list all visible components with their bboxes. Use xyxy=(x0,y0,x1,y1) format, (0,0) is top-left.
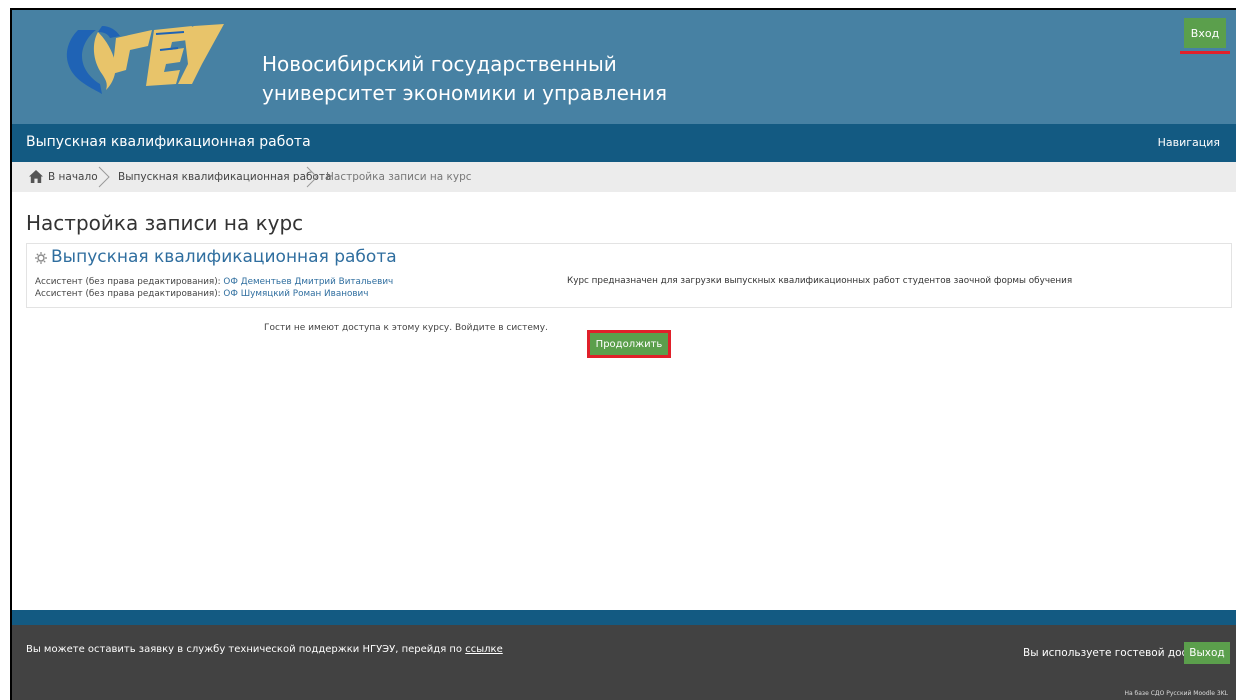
university-name-line1: Новосибирский государственный xyxy=(262,52,617,76)
course-icon xyxy=(35,252,47,264)
teacher-name-link[interactable]: ОФ Шумяцкий Роман Иванович xyxy=(223,289,368,299)
teacher-role: Ассистент (без права редактирования): xyxy=(35,277,221,287)
page-frame: Новосибирский государственный университе… xyxy=(10,8,1236,700)
support-text: Вы можете оставить заявку в службу техни… xyxy=(26,644,503,655)
course-summary: Курс предназначен для загрузки выпускных… xyxy=(567,276,1073,286)
university-logo[interactable] xyxy=(56,20,228,96)
footer-band xyxy=(12,610,1236,625)
breadcrumb-current: Настройка записи на курс xyxy=(326,171,472,183)
site-header: Новосибирский государственный университе… xyxy=(12,10,1236,124)
course-info-box: Выпускная квалификационная работа Ассист… xyxy=(26,243,1232,308)
guest-access-notice: Гости не имеют доступа к этому курсу. Во… xyxy=(264,323,548,333)
university-name-line2: университет экономики и управления xyxy=(262,81,667,105)
guest-access-info: Вы используете гостевой доступ xyxy=(1023,647,1207,659)
university-name: Новосибирский государственный университе… xyxy=(262,50,667,108)
support-link[interactable]: ссылке xyxy=(465,644,502,655)
breadcrumb-course[interactable]: Выпускная квалификационная работа xyxy=(118,171,331,183)
login-highlight xyxy=(1180,51,1230,54)
continue-button[interactable]: Продолжить xyxy=(590,333,668,355)
chevron-right-icon xyxy=(306,166,318,188)
logout-button[interactable]: Выход xyxy=(1184,642,1230,664)
powered-by[interactable]: На базе СДО Русский Moodle 3KL xyxy=(1124,690,1228,697)
teacher-name-link[interactable]: ОФ Дементьев Дмитрий Витальевич xyxy=(223,277,393,287)
breadcrumb: В начало Выпускная квалификационная рабо… xyxy=(12,162,1236,192)
login-button[interactable]: Вход xyxy=(1184,18,1226,48)
course-name-link[interactable]: Выпускная квалификационная работа xyxy=(51,247,397,267)
breadcrumb-home[interactable]: В начало xyxy=(48,171,98,183)
site-name-link[interactable]: Выпускная квалификационная работа xyxy=(26,134,311,150)
support-text-label: Вы можете оставить заявку в службу техни… xyxy=(26,644,463,655)
home-icon[interactable] xyxy=(29,170,43,183)
teacher-role: Ассистент (без права редактирования): xyxy=(35,289,221,299)
top-navbar: Выпускная квалификационная работа Навига… xyxy=(12,124,1236,162)
page-title: Настройка записи на курс xyxy=(26,211,304,235)
page-footer: Вы можете оставить заявку в службу техни… xyxy=(12,625,1236,700)
course-teacher-row: Ассистент (без права редактирования): ОФ… xyxy=(35,277,393,287)
chevron-right-icon xyxy=(98,166,110,188)
course-teacher-row: Ассистент (без права редактирования): ОФ… xyxy=(35,289,368,299)
navigation-menu[interactable]: Навигация xyxy=(1158,136,1220,149)
